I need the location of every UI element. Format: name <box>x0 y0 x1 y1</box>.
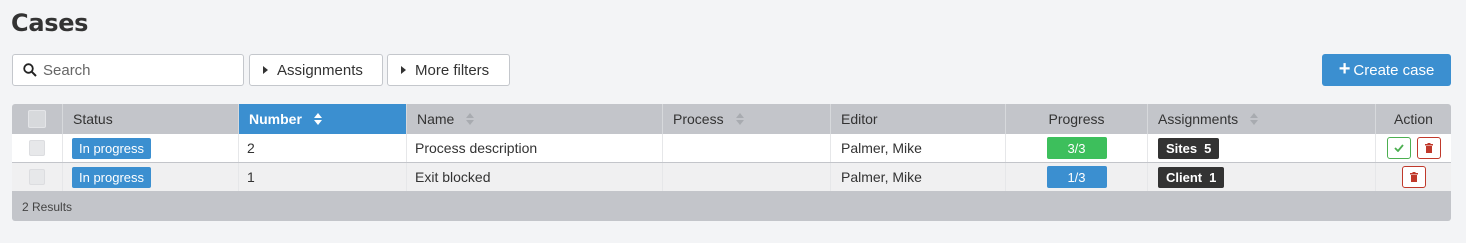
status-badge: In progress <box>72 166 152 188</box>
assignment-badge[interactable]: Sites 5 <box>1158 137 1220 159</box>
sort-icon <box>735 113 744 125</box>
name-cell: Exit blocked <box>407 163 663 191</box>
trash-icon <box>1409 172 1418 182</box>
progress-cell: 3/3 <box>1006 134 1148 162</box>
create-case-button[interactable]: + Create case <box>1322 54 1451 86</box>
caret-right-icon <box>401 66 406 74</box>
column-header-label: Process <box>673 111 724 127</box>
column-header-name[interactable]: Name <box>407 104 663 134</box>
number-cell: 2 <box>239 134 407 162</box>
status-badge: In progress <box>72 137 152 159</box>
column-header-assignments[interactable]: Assignments <box>1148 104 1376 134</box>
assignments-cell: Client 1 <box>1148 163 1376 191</box>
assignment-count: 5 <box>1204 140 1212 156</box>
editor-cell: Palmer, Mike <box>831 163 1006 191</box>
table-header: Status Number Name Process Editor Progre… <box>12 104 1451 134</box>
table-row[interactable]: In progress 2 Process description Palmer… <box>12 134 1451 162</box>
column-header-label: Action <box>1394 111 1433 127</box>
assignments-filter-button[interactable]: Assignments <box>249 54 383 86</box>
search-box[interactable] <box>12 54 244 86</box>
results-count: 2 Results <box>22 200 73 214</box>
column-header-label: Assignments <box>1158 111 1239 127</box>
trash-icon <box>1424 143 1433 153</box>
assignment-label: Client <box>1166 169 1203 185</box>
column-header-action: Action <box>1376 104 1451 134</box>
caret-right-icon <box>263 66 268 74</box>
sort-icon <box>466 113 475 125</box>
progress-badge: 3/3 <box>1046 137 1107 159</box>
more-filters-button[interactable]: More filters <box>387 54 510 86</box>
column-header-progress[interactable]: Progress <box>1006 104 1148 134</box>
search-icon <box>23 63 37 77</box>
column-header-status[interactable]: Status <box>63 104 239 134</box>
column-header-label: Status <box>73 111 113 127</box>
number-cell: 1 <box>239 163 407 191</box>
sort-icon <box>1250 113 1259 125</box>
assignments-cell: Sites 5 <box>1148 134 1376 162</box>
cases-table: Status Number Name Process Editor Progre… <box>12 104 1451 221</box>
status-cell: In progress <box>63 163 239 191</box>
process-cell <box>663 134 831 162</box>
action-cell <box>1376 163 1451 191</box>
status-cell: In progress <box>63 134 239 162</box>
plus-icon: + <box>1338 58 1351 80</box>
check-icon <box>1393 144 1404 152</box>
action-cell <box>1376 134 1451 162</box>
column-header-label: Number <box>249 111 302 127</box>
search-input[interactable] <box>43 61 233 79</box>
assignment-count: 1 <box>1209 169 1217 185</box>
row-select-cell <box>12 163 63 191</box>
select-all-cell <box>12 104 63 134</box>
row-select-cell <box>12 134 63 162</box>
process-cell <box>663 163 831 191</box>
editor-cell: Palmer, Mike <box>831 134 1006 162</box>
progress-badge: 1/3 <box>1046 166 1107 188</box>
row-checkbox[interactable] <box>29 169 45 185</box>
delete-button[interactable] <box>1401 166 1426 188</box>
more-filters-label: More filters <box>415 61 490 79</box>
progress-cell: 1/3 <box>1006 163 1148 191</box>
row-checkbox[interactable] <box>29 140 45 156</box>
assignment-badge[interactable]: Client 1 <box>1158 166 1225 188</box>
column-header-process[interactable]: Process <box>663 104 831 134</box>
column-header-label: Name <box>417 111 455 127</box>
sort-icon <box>313 113 322 125</box>
column-header-editor[interactable]: Editor <box>831 104 1006 134</box>
approve-button[interactable] <box>1386 137 1411 159</box>
select-all-checkbox[interactable] <box>28 110 46 128</box>
create-case-label: Create case <box>1353 61 1435 79</box>
delete-button[interactable] <box>1416 137 1441 159</box>
column-header-label: Editor <box>841 111 878 127</box>
assignments-filter-label: Assignments <box>277 61 363 79</box>
page-title: Cases <box>11 9 89 37</box>
assignment-label: Sites <box>1166 140 1198 156</box>
name-cell: Process description <box>407 134 663 162</box>
column-header-number[interactable]: Number <box>239 104 407 134</box>
column-header-label: Progress <box>1048 111 1105 127</box>
table-row[interactable]: In progress 1 Exit blocked Palmer, Mike … <box>12 163 1451 191</box>
